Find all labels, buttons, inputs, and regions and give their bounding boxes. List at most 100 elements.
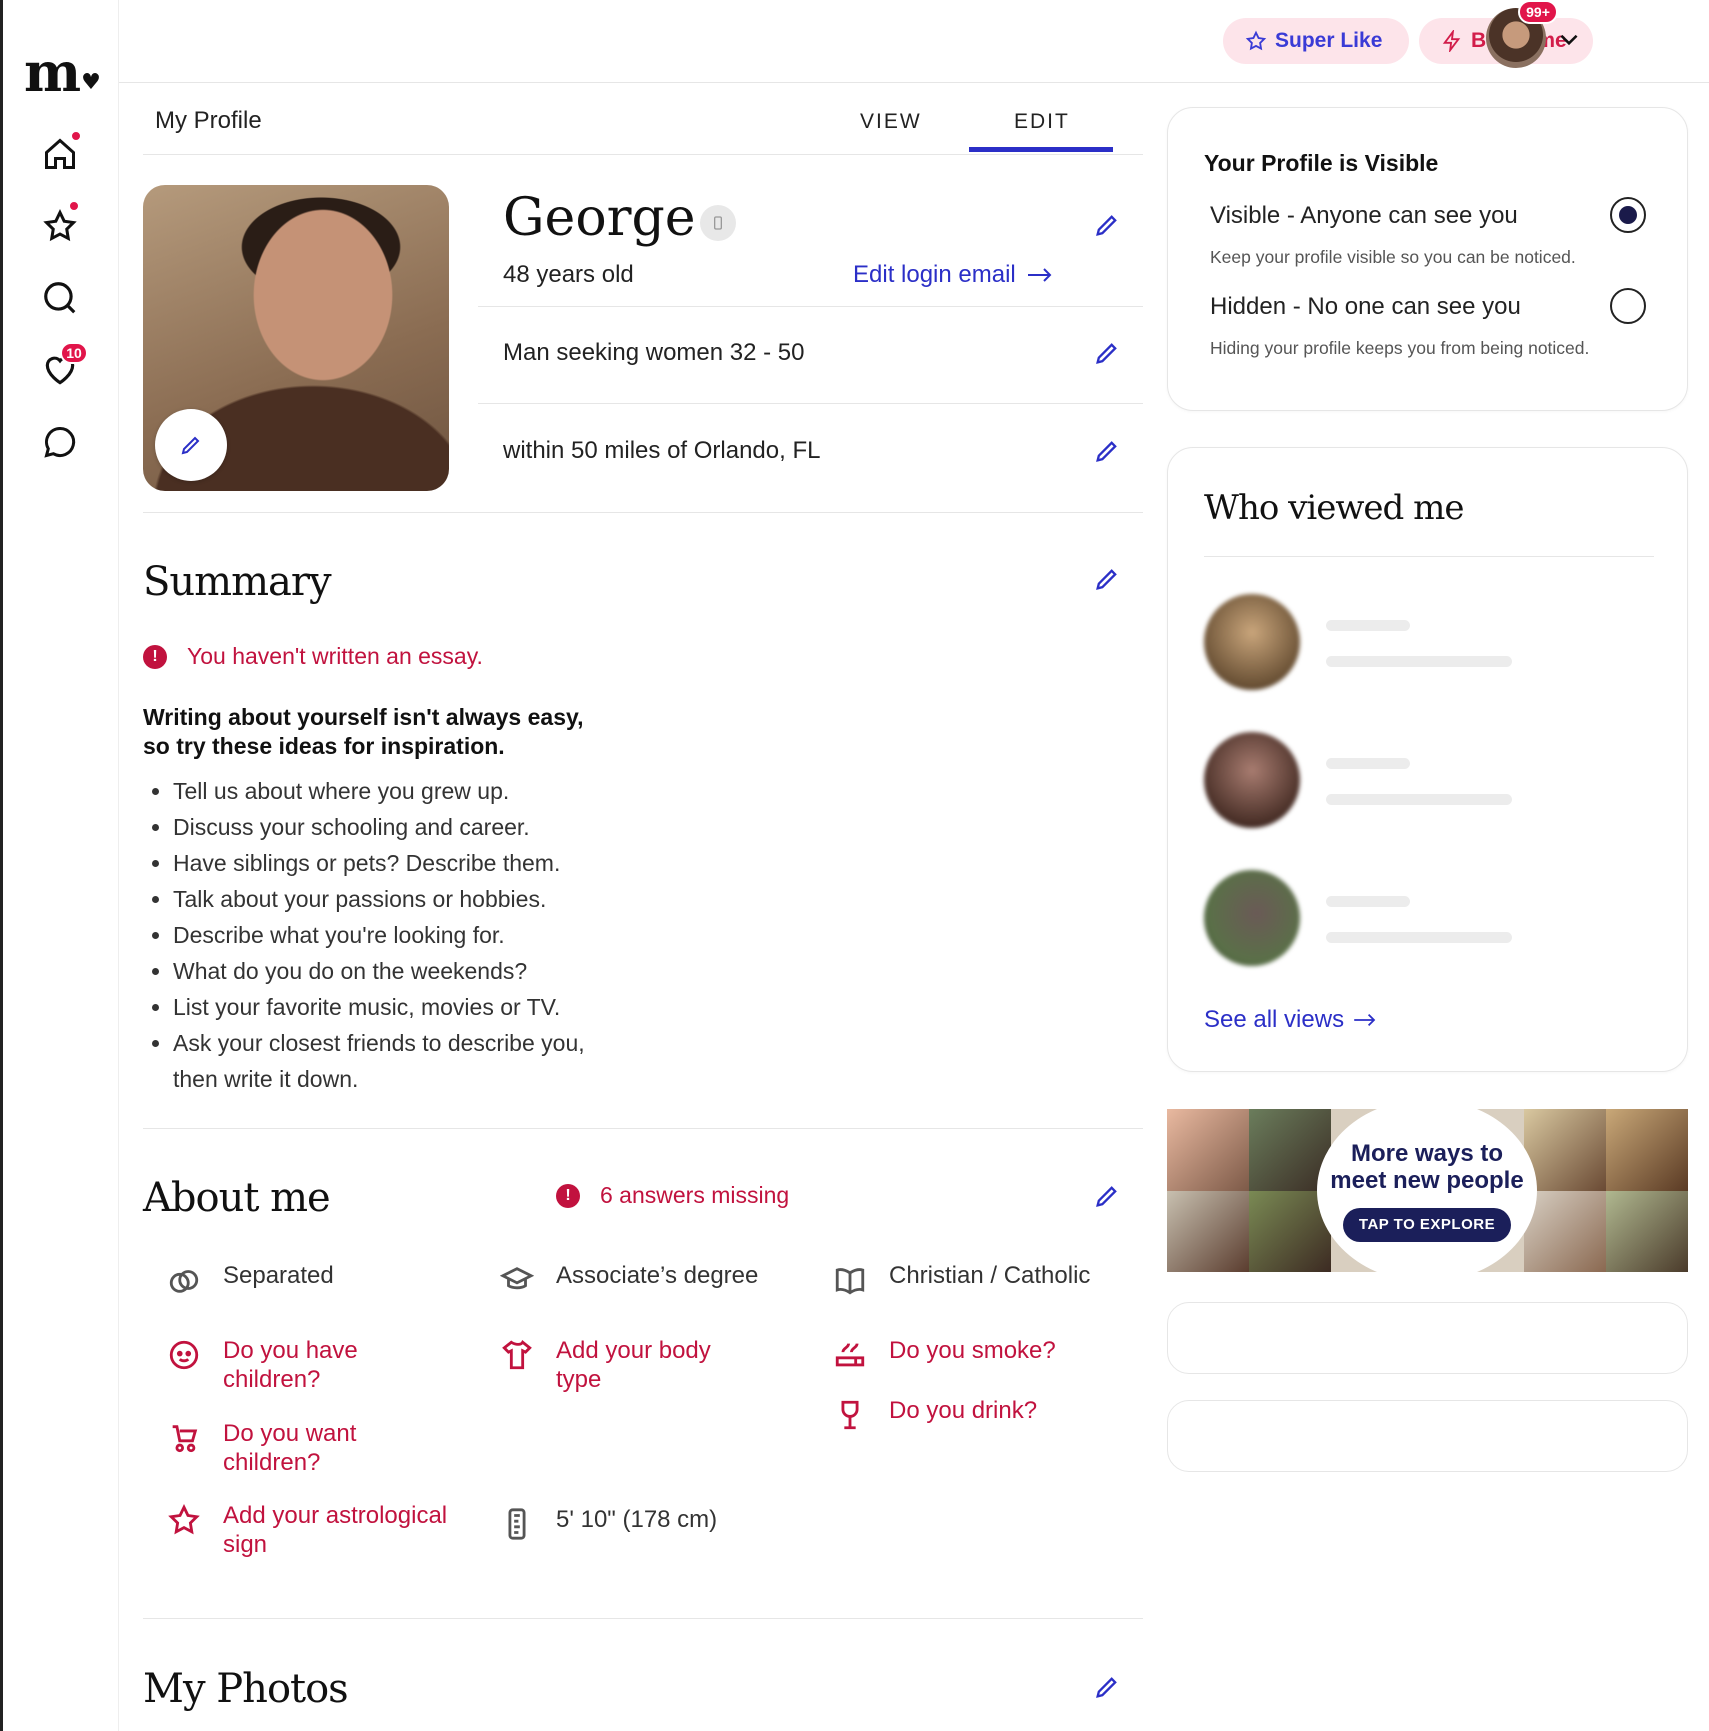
list-item: What do you do on the weekends? [173, 953, 673, 989]
arrow-right-icon [1354, 1013, 1376, 1027]
nav-home[interactable] [40, 130, 82, 174]
promo-text-line-1: More ways to [1350, 1139, 1504, 1167]
drink-value: Do you drink? [889, 1397, 1038, 1424]
visible-radio[interactable] [1610, 197, 1646, 233]
active-tab-indicator [969, 147, 1113, 152]
summary-edit-pencil-icon[interactable] [1093, 565, 1121, 593]
ruler-icon [498, 1505, 536, 1543]
list-item: Describe what you're looking for. [173, 917, 673, 953]
location-text: within 50 miles of Orlando, FL [503, 437, 821, 464]
about-education[interactable]: Associate’s degree [498, 1261, 758, 1299]
about-edit-pencil-icon[interactable] [1093, 1182, 1121, 1210]
about-astro[interactable]: Add your astrological sign [165, 1501, 455, 1559]
about-drink[interactable]: Do you drink? [831, 1396, 1037, 1434]
radio-selected-dot [1619, 206, 1637, 224]
top-bar: Super Like Boost me [119, 0, 1709, 83]
list-item: Discuss your schooling and career. [173, 809, 673, 845]
pencil-icon [181, 436, 200, 455]
religion-value: Christian / Catholic [889, 1262, 1091, 1289]
wine-glass-icon [831, 1396, 869, 1434]
tips-heading-line-1: Writing about yourself isn't always easy… [143, 704, 584, 730]
star-outline-icon [1245, 30, 1267, 51]
tab-view[interactable]: VIEW [860, 110, 922, 134]
essay-warning-text: You haven't written an essay. [187, 643, 483, 669]
visible-option-label: Visible - Anyone can see you [1210, 202, 1518, 229]
list-item: Talk about your passions or hobbies. [173, 881, 673, 917]
rings-icon [165, 1261, 203, 1299]
chat-bubble-icon [44, 426, 76, 458]
star-icon [43, 209, 77, 242]
hidden-option-sub: Hiding your profile keeps you from being… [1210, 338, 1590, 358]
profile-photo[interactable] [143, 185, 449, 491]
lightning-icon [1442, 30, 1461, 52]
tips-list: Tell us about where you grew up. Discuss… [173, 773, 673, 1097]
favorites-notification-dot [68, 200, 80, 212]
about-smoke[interactable]: Do you smoke? [831, 1336, 1056, 1374]
location-edit-pencil-icon[interactable] [1093, 437, 1121, 465]
list-item: List your favorite music, movies or TV. [173, 989, 673, 1025]
who-viewed-card: Who viewed me See all views [1167, 447, 1688, 1072]
row-divider [478, 306, 1143, 307]
promo-photo [1524, 1191, 1606, 1272]
likes-count-badge: 10 [60, 342, 88, 364]
nav-favorites[interactable] [40, 200, 80, 246]
seeking-text: Man seeking women 32 - 50 [503, 339, 805, 366]
edit-login-email-label: Edit login email [853, 261, 1016, 288]
section-divider [143, 512, 1143, 513]
viewer-avatar-blurred[interactable] [1204, 870, 1300, 966]
see-all-views-link[interactable]: See all views [1204, 1006, 1378, 1034]
tips-heading-line-2: so try these ideas for inspiration. [143, 733, 505, 759]
promo-photo [1524, 1109, 1606, 1191]
skeleton-line [1326, 758, 1410, 769]
promo-photo [1167, 1109, 1249, 1191]
hidden-radio[interactable] [1610, 288, 1646, 324]
viewer-avatar-blurred[interactable] [1204, 594, 1300, 690]
seeking-edit-pencil-icon[interactable] [1093, 339, 1121, 367]
name-edit-pencil-icon[interactable] [1093, 211, 1121, 239]
edit-login-email-link[interactable]: Edit login email [853, 261, 1054, 289]
body-type-value: Add your body type [556, 1337, 711, 1393]
height-value: 5' 10" (178 cm) [556, 1506, 718, 1533]
visible-option-sub: Keep your profile visible so you can be … [1210, 247, 1576, 267]
skeleton-line [1326, 656, 1512, 667]
promo-banner[interactable]: More ways to meet new people TAP TO EXPL… [1167, 1109, 1688, 1272]
about-body-type[interactable]: Add your body type [498, 1336, 758, 1394]
list-item: Tell us about where you grew up. [173, 773, 673, 809]
nav-search[interactable] [40, 278, 80, 318]
super-like-button[interactable]: Super Like [1223, 18, 1409, 64]
photos-title: My Photos [143, 1666, 349, 1712]
summary-title: Summary [143, 559, 332, 605]
about-height[interactable]: 5' 10" (178 cm) [498, 1505, 717, 1543]
verify-phone-icon[interactable] [700, 205, 736, 241]
promo-photo [1606, 1109, 1688, 1191]
about-want-children[interactable]: Do you want children? [165, 1419, 445, 1477]
nav-messages[interactable] [40, 422, 80, 462]
star-outline-icon [165, 1501, 203, 1539]
notification-badge: 99+ [1518, 0, 1558, 24]
answers-missing: ! 6 answers missing [556, 1182, 789, 1209]
photo-edit-button[interactable] [155, 409, 227, 481]
profile-age: 48 years old [503, 261, 634, 288]
nav-likes[interactable]: 10 [40, 342, 88, 390]
about-title: About me [143, 1175, 331, 1221]
chevron-down-icon[interactable] [1556, 26, 1582, 52]
skeleton-line [1326, 896, 1410, 907]
smoke-value: Do you smoke? [889, 1337, 1056, 1364]
answers-missing-text: 6 answers missing [600, 1182, 790, 1208]
logo[interactable]: m♥ [24, 40, 101, 104]
about-religion[interactable]: Christian / Catholic [831, 1261, 1090, 1299]
skeleton-line [1326, 794, 1512, 805]
promo-photo [1167, 1191, 1249, 1272]
photos-edit-pencil-icon[interactable] [1093, 1673, 1121, 1701]
section-divider [143, 1128, 1143, 1129]
tap-to-explore-button[interactable]: TAP TO EXPLORE [1342, 1207, 1512, 1242]
tab-edit[interactable]: EDIT [1014, 110, 1070, 134]
about-children[interactable]: Do you have children? [165, 1336, 445, 1394]
window-edge [0, 0, 3, 1731]
skeleton-line [1326, 620, 1410, 631]
viewer-avatar-blurred[interactable] [1204, 732, 1300, 828]
children-value: Do you have children? [223, 1337, 358, 1393]
arrow-right-icon [1027, 268, 1052, 282]
graduation-cap-icon [498, 1261, 536, 1299]
about-relationship[interactable]: Separated [165, 1261, 334, 1299]
